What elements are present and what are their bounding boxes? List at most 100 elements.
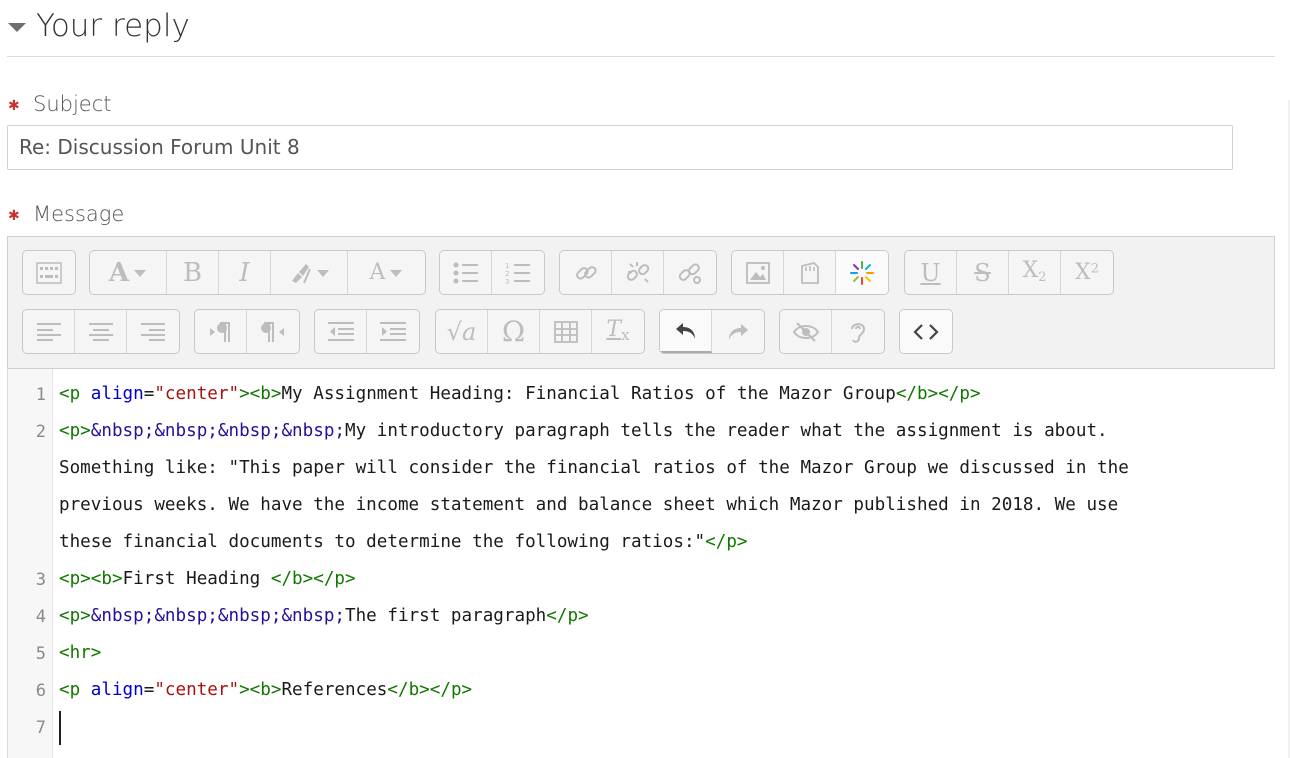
table-icon	[553, 320, 578, 343]
subscript-icon: X2	[1022, 258, 1047, 286]
align-right-button[interactable]	[127, 310, 179, 353]
section-title: Your reply	[36, 8, 190, 44]
font-family-button[interactable]: A	[90, 251, 167, 294]
font-color-button[interactable]: A	[348, 251, 425, 294]
strikethrough-button[interactable]: S	[957, 251, 1009, 294]
subject-label: Subject	[33, 92, 112, 116]
toolbar-group-history	[659, 309, 765, 354]
media-button[interactable]	[784, 251, 836, 294]
code-line[interactable]: 4 <p>&nbsp;&nbsp;&nbsp;&nbsp;The first pa…	[8, 598, 1276, 635]
equation-button[interactable]: √a	[436, 310, 488, 353]
rtl-icon	[261, 321, 284, 342]
code-line[interactable]: 3 <p><b>First Heading </b></p>	[8, 561, 1276, 598]
image-button[interactable]	[732, 251, 784, 294]
chevron-down-icon	[317, 269, 329, 277]
code-line[interactable]: 7	[8, 709, 1276, 746]
collapse-caret-icon[interactable]	[8, 22, 26, 32]
ltr-icon	[209, 321, 230, 342]
omega-icon: Ω	[501, 314, 526, 348]
sparkle-icon	[850, 260, 874, 285]
screen-reader-button[interactable]	[832, 310, 884, 353]
line-number: 3	[35, 570, 46, 590]
code-token: ><b>	[239, 680, 282, 700]
html-source-editor[interactable]: 1 <p align="center"><b>My Assignment Head…	[7, 369, 1275, 758]
recordrtc-button[interactable]	[836, 251, 888, 294]
manage-links-button[interactable]	[664, 251, 716, 294]
code-line[interactable]: 2 <p>&nbsp;&nbsp;&nbsp;&nbsp;My introduct…	[8, 413, 1276, 450]
toolbar-group-align	[22, 309, 180, 354]
toolbar-group-direction	[194, 309, 300, 354]
code-token: align	[90, 680, 144, 700]
code-icon	[913, 323, 939, 340]
unordered-list-button[interactable]	[440, 251, 492, 294]
code-line[interactable]: 5 <hr>	[8, 635, 1276, 672]
svg-text:2: 2	[505, 270, 509, 278]
special-characters-button[interactable]: Ω	[488, 310, 540, 353]
required-icon: ✱	[8, 97, 20, 113]
toolbar-group-links	[559, 250, 717, 295]
toolbar-group-indent	[314, 309, 420, 354]
indent-icon	[380, 321, 406, 341]
ear-icon	[851, 322, 866, 343]
code-text: <p>&nbsp;&nbsp;&nbsp;&nbsp;The first par…	[59, 598, 589, 635]
code-token: =	[143, 384, 155, 404]
outdent-button[interactable]	[315, 310, 367, 353]
bold-button[interactable]: B	[167, 251, 219, 294]
section-divider	[7, 56, 1275, 57]
toolbar-group-accessibility	[779, 309, 885, 354]
link-icon	[575, 265, 597, 280]
unlink-icon	[626, 261, 649, 283]
code-token: &nbsp;&nbsp;&nbsp;&nbsp;	[90, 606, 345, 626]
code-token: </p>	[705, 532, 748, 552]
toolbar-group-insert: √a Ω Tx	[435, 309, 645, 354]
toolbar-group-media	[731, 250, 889, 295]
highlight-color-button[interactable]	[271, 251, 348, 294]
code-line[interactable]: 6 <p align="center"><b>References</b></p>	[8, 672, 1276, 709]
underline-button[interactable]: U	[905, 251, 957, 294]
code-token: "center"	[154, 384, 240, 404]
align-center-button[interactable]	[75, 310, 127, 353]
manage-links-icon	[678, 262, 701, 284]
align-left-button[interactable]	[23, 310, 75, 353]
code-token: ><b>	[239, 384, 282, 404]
accessibility-checker-button[interactable]	[780, 310, 832, 353]
align-center-icon	[88, 322, 113, 341]
undo-icon	[675, 322, 695, 339]
code-line[interactable]: previous weeks. We have the income state…	[8, 487, 1276, 524]
keyboard-icon	[36, 261, 62, 284]
html-source-button[interactable]	[900, 310, 952, 353]
clear-formatting-button[interactable]: Tx	[592, 310, 644, 353]
ltr-button[interactable]	[195, 310, 247, 353]
superscript-button[interactable]: X2	[1061, 251, 1113, 294]
undo-button[interactable]	[660, 310, 712, 353]
toolbar-toggle-button[interactable]	[23, 251, 75, 294]
code-text: <p>&nbsp;&nbsp;&nbsp;&nbsp;My introducto…	[59, 413, 1108, 450]
subject-input[interactable]: Re: Discussion Forum Unit 8	[7, 125, 1233, 170]
eye-slash-icon	[792, 321, 819, 342]
highlighter-icon	[292, 263, 311, 283]
italic-button[interactable]: I	[219, 251, 271, 294]
toolbar-group-lists: 123	[439, 250, 545, 295]
code-token: =	[143, 680, 155, 700]
link-button[interactable]	[560, 251, 612, 294]
unlink-button[interactable]	[612, 251, 664, 294]
section-header[interactable]: Your reply	[8, 4, 190, 48]
code-text: these financial documents to determine t…	[59, 524, 748, 561]
indent-button[interactable]	[367, 310, 419, 353]
toolbar-group-style: A B I A	[89, 250, 426, 295]
rtl-button[interactable]	[247, 310, 299, 353]
table-button[interactable]	[540, 310, 592, 353]
image-icon	[745, 261, 770, 284]
code-line[interactable]: 1 <p align="center"><b>My Assignment Head…	[8, 376, 1276, 413]
code-line[interactable]: Something like: "This paper will conside…	[8, 450, 1276, 487]
chevron-down-icon	[390, 269, 403, 277]
font-icon: A	[108, 257, 130, 288]
code-text: Something like: "This paper will conside…	[59, 450, 1129, 487]
code-line[interactable]: these financial documents to determine t…	[8, 524, 1276, 561]
text-cursor	[59, 711, 61, 745]
code-token: <p	[59, 384, 91, 404]
redo-button[interactable]	[712, 310, 764, 353]
svg-text:1: 1	[505, 262, 509, 270]
ordered-list-button[interactable]: 123	[492, 251, 544, 294]
subscript-button[interactable]: X2	[1009, 251, 1061, 294]
